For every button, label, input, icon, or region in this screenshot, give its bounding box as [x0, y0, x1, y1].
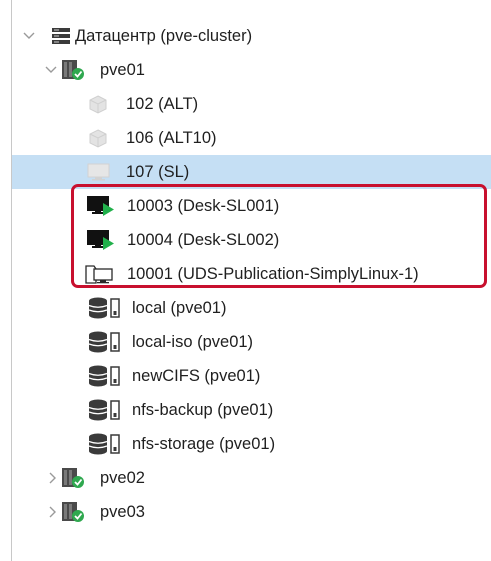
- chevron-right-icon[interactable]: [46, 505, 60, 519]
- vm-running-icon: [87, 195, 115, 217]
- storage-icon: [87, 296, 129, 320]
- container-stopped-icon: [87, 127, 109, 149]
- tree-item-container-106[interactable]: 106 (ALT10): [12, 121, 491, 155]
- tree-item-label: pve02: [100, 469, 145, 487]
- chevron-down-icon[interactable]: [22, 29, 36, 43]
- tree-item-node-pve03[interactable]: pve03: [12, 495, 491, 529]
- tree-item-label: pve03: [100, 503, 145, 521]
- tree-item-vm-107[interactable]: 107 (SL): [12, 155, 491, 189]
- tree-item-label: 106 (ALT10): [126, 129, 217, 147]
- resource-tree: Датацентр (pve-cluster) pve01 102 (ALT) …: [12, 19, 491, 529]
- node-online-icon: [61, 466, 85, 490]
- vm-running-icon: [87, 229, 115, 251]
- node-online-icon: [61, 58, 85, 82]
- node-online-icon: [61, 500, 85, 524]
- storage-icon: [87, 432, 129, 456]
- tree-item-label: 10004 (Desk-SL002): [127, 231, 280, 249]
- tree-item-vm-10004[interactable]: 10004 (Desk-SL002): [12, 223, 491, 257]
- tree-item-node-pve01[interactable]: pve01: [12, 53, 491, 87]
- tree-item-vm-10003[interactable]: 10003 (Desk-SL001): [12, 189, 491, 223]
- container-stopped-icon: [87, 93, 109, 115]
- server-stack-icon: [50, 25, 72, 47]
- tree-item-label: Датацентр (pve-cluster): [75, 27, 253, 45]
- chevron-down-icon[interactable]: [44, 63, 58, 77]
- tree-item-label: nfs-backup (pve01): [132, 401, 274, 419]
- resource-tree-panel: Датацентр (pve-cluster) pve01 102 (ALT) …: [0, 0, 491, 561]
- vm-template-icon: [85, 263, 115, 285]
- tree-item-storage-local[interactable]: local (pve01): [12, 291, 491, 325]
- storage-icon: [87, 398, 129, 422]
- tree-item-storage-nfs-storage[interactable]: nfs-storage (pve01): [12, 427, 491, 461]
- tree-item-label: 102 (ALT): [126, 95, 199, 113]
- tree-item-node-pve02[interactable]: pve02: [12, 461, 491, 495]
- tree-item-label: 107 (SL): [126, 163, 190, 181]
- tree-item-container-102[interactable]: 102 (ALT): [12, 87, 491, 121]
- tree-item-storage-newcifs[interactable]: newCIFS (pve01): [12, 359, 491, 393]
- tree-item-label: local (pve01): [132, 299, 227, 317]
- tree-item-label: 10003 (Desk-SL001): [127, 197, 280, 215]
- tree-item-label: newCIFS (pve01): [132, 367, 261, 385]
- tree-item-storage-local-iso[interactable]: local-iso (pve01): [12, 325, 491, 359]
- storage-icon: [87, 364, 129, 388]
- tree-item-label: nfs-storage (pve01): [132, 435, 276, 453]
- tree-item-label: 10001 (UDS-Publication-SimplyLinux-1): [127, 265, 419, 283]
- storage-icon: [87, 330, 129, 354]
- vm-stopped-icon: [87, 161, 111, 183]
- chevron-right-icon[interactable]: [46, 471, 60, 485]
- tree-item-label: pve01: [100, 61, 145, 79]
- tree-item-datacenter[interactable]: Датацентр (pve-cluster): [12, 19, 491, 53]
- tree-item-template-10001[interactable]: 10001 (UDS-Publication-SimplyLinux-1): [12, 257, 491, 291]
- tree-item-storage-nfs-backup[interactable]: nfs-backup (pve01): [12, 393, 491, 427]
- tree-item-label: local-iso (pve01): [132, 333, 254, 351]
